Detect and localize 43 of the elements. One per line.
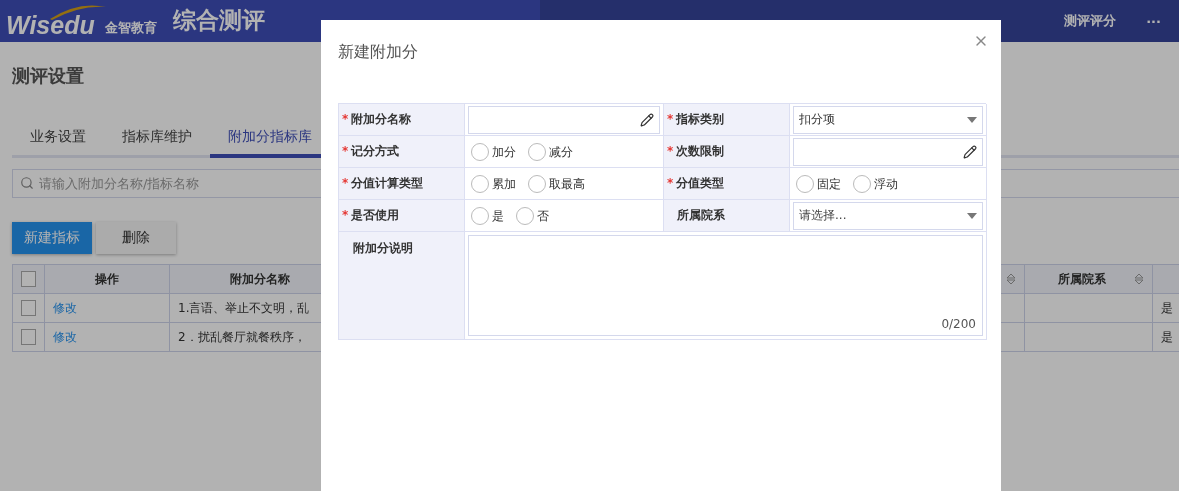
- dialog-title: 新建附加分: [338, 42, 419, 63]
- app-title: 综合测评: [172, 6, 265, 35]
- field-label: * 记分方式: [342, 143, 400, 160]
- more-menu[interactable]: ···: [1146, 13, 1161, 29]
- tab[interactable]: 指标库维护: [104, 118, 210, 158]
- radio-option[interactable]: 固定: [796, 174, 841, 193]
- field-label: * 附加分名称: [342, 111, 412, 128]
- text-field[interactable]: [468, 105, 660, 134]
- char-counter: 0/200: [941, 317, 976, 331]
- nav-item[interactable]: 测评评分: [1064, 12, 1117, 30]
- text-field[interactable]: [793, 137, 983, 166]
- select-field[interactable]: 扣分项: [793, 105, 983, 134]
- radio-option[interactable]: 加分: [471, 142, 516, 161]
- field-label: * 次数限制: [667, 143, 725, 160]
- pencil-icon: [963, 144, 977, 159]
- page-title: 测评设置: [12, 64, 85, 88]
- radio-option[interactable]: 取最高: [528, 174, 585, 193]
- description-textarea[interactable]: 0/200: [468, 235, 983, 336]
- caret-icon: [967, 116, 977, 123]
- search-icon: [20, 176, 34, 190]
- checkbox[interactable]: [21, 300, 36, 316]
- pencil-icon: [640, 112, 654, 127]
- column-header: 操作: [45, 265, 170, 294]
- checkbox[interactable]: [21, 271, 36, 287]
- tab[interactable]: 业务设置: [12, 118, 104, 158]
- checkbox[interactable]: [21, 329, 36, 345]
- logo-subtitle: 金智教育: [104, 19, 157, 37]
- radio-option[interactable]: 浮动: [853, 174, 898, 193]
- sort-icon[interactable]: [1006, 272, 1016, 286]
- sort-icon[interactable]: [1134, 272, 1144, 286]
- field-label: 所属院系: [676, 207, 725, 224]
- field-label: * 分值类型: [667, 175, 725, 192]
- column-header: 所属院系: [1025, 265, 1153, 294]
- delete-button[interactable]: 删除: [96, 222, 176, 254]
- field-label: * 分值计算类型: [342, 175, 424, 192]
- caret-icon: [967, 212, 977, 219]
- field-label: * 是否使用: [342, 207, 400, 224]
- logo: Wisedu: [6, 13, 95, 38]
- field-label: * 指标类别: [667, 111, 725, 128]
- select-field[interactable]: 请选择...: [793, 201, 983, 230]
- radio-option[interactable]: 减分: [528, 142, 573, 161]
- field-label: 附加分说明: [352, 240, 413, 257]
- radio-option[interactable]: 累加: [471, 174, 516, 193]
